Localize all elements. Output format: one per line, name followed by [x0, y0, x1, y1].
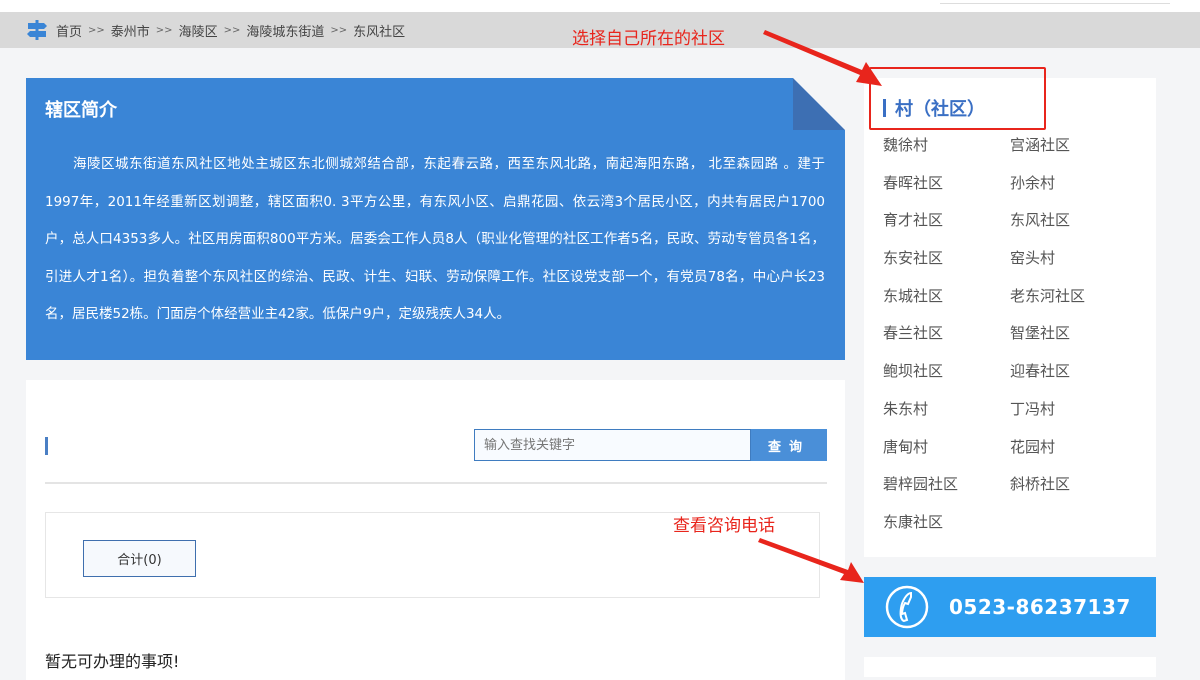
- community-item[interactable]: 丁冯村: [1010, 398, 1137, 436]
- community-item[interactable]: 魏徐村: [883, 134, 1010, 172]
- sidebar-panel-2: [864, 657, 1156, 677]
- divider: [45, 482, 827, 484]
- community-list: 魏徐村 宫涵社区 春晖社区 孙余村 育才社区 东风社区 东安社区 窑头村 东城社区 老东河社区 春兰…: [883, 134, 1143, 549]
- breadcrumb-separator: >>: [88, 24, 105, 36]
- community-item[interactable]: 宫涵社区: [1010, 134, 1137, 172]
- community-sidebar: 村（社区） 魏徐村 宫涵社区 春晖社区 孙余村 育才社区 东风社区 东安社区 窑头村 东城社区老…: [864, 78, 1156, 557]
- phone-box: 0523-86237137: [864, 577, 1156, 637]
- breadcrumb-separator: >>: [330, 24, 348, 36]
- annotation-view-phone: 查看咨询电话: [673, 516, 775, 536]
- community-item[interactable]: 东安社区: [883, 247, 1010, 285]
- community-item[interactable]: 窑头村: [1010, 247, 1137, 285]
- community-item[interactable]: 迎春社区: [1010, 360, 1137, 398]
- community-item[interactable]: 智堡社区: [1010, 322, 1137, 360]
- community-item[interactable]: 花园村: [1010, 436, 1137, 474]
- empty-message: 暂无可办理的事项!: [45, 652, 180, 671]
- community-item[interactable]: 碧梓园社区: [883, 473, 1010, 511]
- community-item[interactable]: 朱东村: [883, 398, 1010, 436]
- community-item[interactable]: 孙余村: [1010, 172, 1137, 210]
- intro-text: 海陵区城东街道东风社区地处主城区东北侧城郊结合部，东起春云路，西至东风北路，南起…: [45, 156, 825, 322]
- annotation-highlight-box: [869, 67, 1046, 130]
- section-marker: [45, 437, 48, 455]
- community-item[interactable]: 唐甸村: [883, 436, 1010, 474]
- community-item[interactable]: 春晖社区: [883, 172, 1010, 210]
- community-item[interactable]: 东城社区: [883, 285, 1010, 323]
- community-item[interactable]: 斜桥社区: [1010, 473, 1137, 511]
- count-tab[interactable]: 合计(0): [83, 540, 196, 577]
- breadcrumb-street[interactable]: 海陵城东街道: [246, 21, 324, 40]
- phone-icon: [885, 585, 929, 629]
- search-button[interactable]: 查询: [751, 429, 827, 461]
- signpost-icon: [27, 20, 47, 40]
- community-item[interactable]: 春兰社区: [883, 322, 1010, 360]
- breadcrumb-city[interactable]: 泰州市: [111, 21, 150, 40]
- intro-panel: 辖区简介 海陵区城东街道东风社区地处主城区东北侧城郊结合部，东起春云路，西至东风…: [26, 78, 845, 360]
- breadcrumb-home[interactable]: 首页: [56, 21, 82, 40]
- breadcrumb-current: 东风社区: [353, 24, 406, 40]
- breadcrumb-separator: >>: [223, 24, 241, 36]
- community-item[interactable]: 老东河社区: [1010, 285, 1137, 323]
- breadcrumb-district[interactable]: 海陵区: [179, 21, 218, 40]
- community-item[interactable]: 东康社区: [883, 511, 1010, 549]
- phone-number: 0523-86237137: [949, 595, 1131, 619]
- community-item[interactable]: 育才社区: [883, 209, 1010, 247]
- top-right-box: [940, 0, 1170, 4]
- search-input[interactable]: [474, 429, 751, 461]
- community-item[interactable]: 东风社区: [1010, 209, 1137, 247]
- intro-title: 辖区简介: [45, 100, 117, 121]
- community-item[interactable]: 鲍坝社区: [883, 360, 1010, 398]
- annotation-select-community: 选择自己所在的社区: [572, 29, 725, 49]
- folded-corner: [793, 78, 845, 130]
- breadcrumb-separator: >>: [155, 24, 173, 36]
